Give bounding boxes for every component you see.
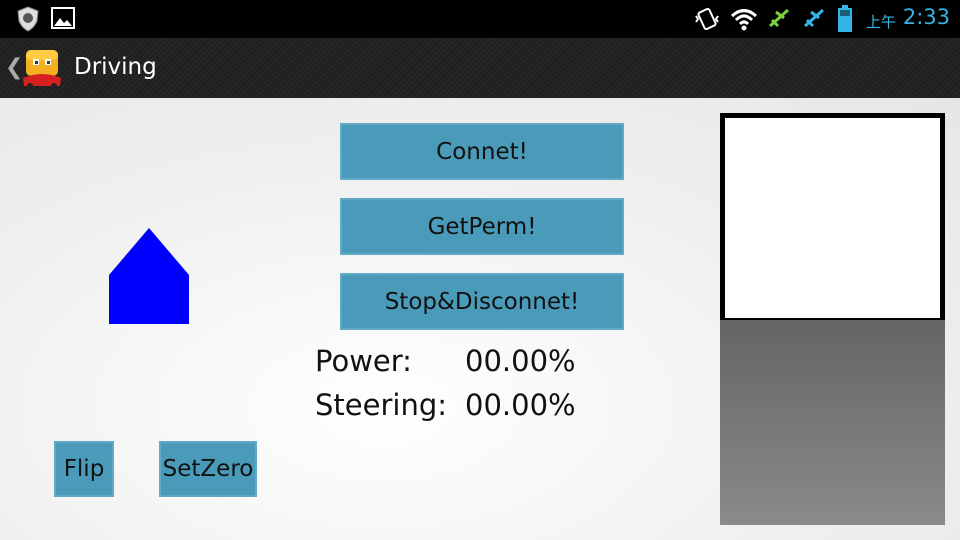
- direction-arrow-icon: [108, 228, 190, 330]
- page-title: Driving: [74, 54, 157, 80]
- connect-button[interactable]: Connet!: [340, 123, 624, 180]
- power-label: Power:: [315, 344, 412, 378]
- preview-image-area: [725, 118, 940, 318]
- status-clock: 2:33: [902, 5, 950, 29]
- action-bar: ❮ Driving: [0, 38, 960, 98]
- image-notification-icon: [51, 6, 75, 34]
- camera-preview-panel: [720, 113, 945, 525]
- get-permission-button[interactable]: GetPerm!: [340, 198, 624, 255]
- set-zero-button[interactable]: SetZero: [159, 441, 257, 497]
- wifi-icon: [730, 6, 758, 36]
- app-logo-icon[interactable]: [22, 48, 62, 90]
- airplane-blue-icon: [801, 6, 827, 36]
- shield-icon: [16, 6, 40, 36]
- preview-frame: [720, 113, 945, 320]
- battery-icon: [837, 5, 853, 37]
- up-chevron-icon[interactable]: ❮: [5, 55, 23, 80]
- airplane-green-icon: [766, 6, 792, 36]
- vibrate-icon: [694, 6, 720, 36]
- steering-value: 00.00%: [465, 388, 576, 422]
- status-bar: 上午 2:33: [0, 0, 960, 38]
- steering-label: Steering:: [315, 388, 448, 422]
- flip-button[interactable]: Flip: [54, 441, 114, 497]
- power-value: 00.00%: [465, 344, 576, 378]
- status-ampm: 上午: [865, 13, 896, 31]
- stop-disconnect-button[interactable]: Stop&Disconnet!: [340, 273, 624, 330]
